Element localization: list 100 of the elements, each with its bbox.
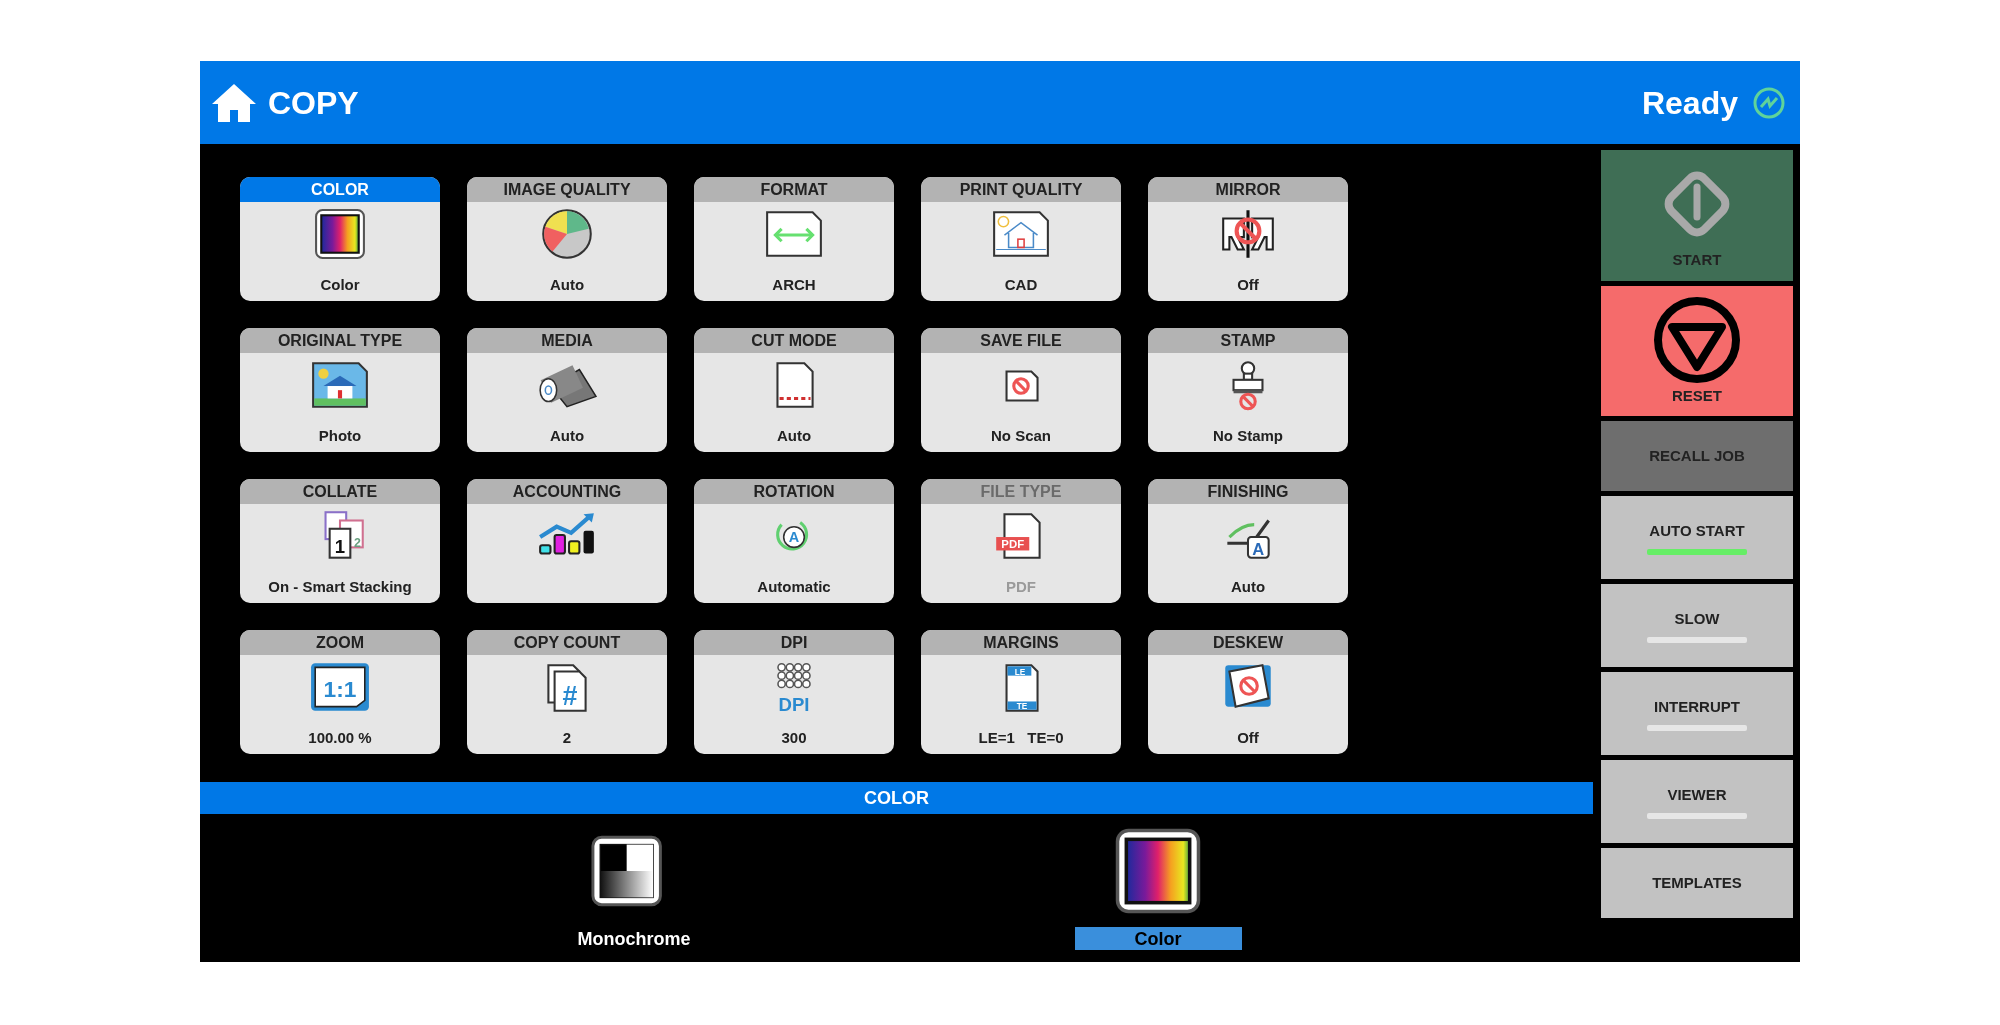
icon-label: #: [562, 680, 578, 711]
tile-title: COLOR: [240, 177, 440, 202]
tile-value: No Scan: [991, 425, 1051, 446]
setting-tile[interactable]: CUT MODE Auto: [694, 328, 894, 452]
tile-value: LE=1 TE=0: [978, 727, 1064, 748]
screen-title: COPY: [268, 83, 359, 123]
margins-page-icon: [1005, 664, 1039, 712]
icon-label: PDF: [1001, 538, 1025, 551]
pie-chart-icon: [542, 209, 592, 259]
templates-button[interactable]: TEMPLATES: [1601, 848, 1793, 918]
setting-tile[interactable]: ACCOUNTING: [467, 479, 667, 603]
tile-value: Auto: [1230, 576, 1266, 597]
tile-title: CUT MODE: [694, 328, 894, 353]
tile-value: Auto: [776, 425, 812, 446]
tile-title: STAMP: [1148, 328, 1348, 353]
collate-icon: [324, 511, 364, 559]
cut-page-icon: [776, 362, 814, 408]
color-mode-option[interactable]: Color: [1074, 927, 1242, 950]
setting-tile[interactable]: MEDIA Auto: [467, 328, 667, 452]
setting-tile[interactable]: ZOOM 1:1 100.00 %: [240, 630, 440, 754]
pages-icon: [547, 664, 587, 712]
rotate-icon: [776, 521, 809, 551]
tile-title: ORIGINAL TYPE: [240, 328, 440, 353]
home-icon[interactable]: [210, 81, 258, 124]
mirror-icon: [1222, 210, 1274, 258]
photo-page-icon: [312, 362, 368, 408]
setting-tile[interactable]: MIRROR Off: [1148, 177, 1348, 301]
no-file-icon: [1005, 370, 1039, 402]
setting-tile[interactable]: STAMP No Stamp: [1148, 328, 1348, 452]
tile-value: Auto: [549, 425, 585, 446]
tile-value: Off: [1237, 274, 1259, 295]
tile-title: SAVE FILE: [921, 328, 1121, 353]
panel-title: COLOR: [200, 782, 1593, 814]
tile-title: ZOOM: [240, 630, 440, 655]
setting-tile[interactable]: DPI DPI 300: [694, 630, 894, 754]
setting-tile[interactable]: ORIGINAL TYPE Photo: [240, 328, 440, 452]
house-page-icon: [993, 211, 1049, 257]
color-mode-option[interactable]: Monochrome: [550, 927, 718, 950]
status-icon: [1752, 85, 1786, 120]
tile-title: FILE TYPE: [921, 479, 1121, 504]
tile-title: ROTATION: [694, 479, 894, 504]
setting-tile[interactable]: SAVE FILE No Scan: [921, 328, 1121, 452]
icon-label: DPI: [778, 693, 810, 713]
spectrum-icon[interactable]: [1115, 828, 1201, 914]
tile-value: 300: [781, 727, 807, 748]
toggle-button[interactable]: SLOW: [1601, 584, 1793, 667]
tile-title: IMAGE QUALITY: [467, 177, 667, 202]
icon-label: A: [788, 529, 800, 546]
tile-value: On - Smart Stacking: [268, 576, 412, 597]
zoom-page-icon: [311, 663, 369, 711]
icon-label: TE: [1016, 701, 1028, 711]
setting-tile[interactable]: IMAGE QUALITY Auto: [467, 177, 667, 301]
paper-roll-icon: [539, 365, 598, 408]
setting-tile[interactable]: FINISHING A Auto: [1148, 479, 1348, 603]
tile-value: PDF: [1006, 576, 1036, 597]
stamp-icon: [1232, 361, 1264, 411]
icon-label: 1: [334, 535, 346, 557]
tile-title: COPY COUNT: [467, 630, 667, 655]
tile-title: MARGINS: [921, 630, 1121, 655]
icon-label: LE: [1014, 667, 1026, 677]
toggle-button[interactable]: AUTO START: [1601, 496, 1793, 579]
icon-label: A: [1252, 539, 1265, 559]
tile-value: ARCH: [772, 274, 816, 295]
toggle-button[interactable]: INTERRUPT: [1601, 672, 1793, 755]
status-text: Ready: [1641, 83, 1738, 123]
tile-value: Automatic: [757, 576, 831, 597]
tile-value: 2: [562, 727, 572, 748]
setting-tile[interactable]: PRINT QUALITY CAD: [921, 177, 1121, 301]
setting-tile[interactable]: ROTATION A Automatic: [694, 479, 894, 603]
tile-value: Auto: [549, 274, 585, 295]
tile-title: FORMAT: [694, 177, 894, 202]
tile-title: PRINT QUALITY: [921, 177, 1121, 202]
setting-tile[interactable]: FORMAT ARCH: [694, 177, 894, 301]
reset-button[interactable]: RESET: [1601, 286, 1793, 416]
tile-value: CAD: [1004, 274, 1038, 295]
setting-tile[interactable]: COLOR Color: [240, 177, 440, 301]
tile-title: DESKEW: [1148, 630, 1348, 655]
tile-title: MIRROR: [1148, 177, 1348, 202]
setting-tile[interactable]: MARGINS LE TE LE=1 TE=0: [921, 630, 1121, 754]
deskew-icon: [1225, 664, 1271, 708]
tile-title: DPI: [694, 630, 894, 655]
setting-tile[interactable]: DESKEW Off: [1148, 630, 1348, 754]
dot-grid-icon: [777, 662, 811, 689]
finishing-icon: [1225, 518, 1271, 559]
icon-label: 1:1: [323, 676, 357, 703]
pdf-file-icon: [996, 513, 1041, 559]
tile-value: No Stamp: [1213, 425, 1283, 446]
tile-value: Color: [320, 274, 360, 295]
tile-title: FINISHING: [1148, 479, 1348, 504]
spectrum-icon: [315, 209, 365, 259]
monochrome-icon[interactable]: [591, 835, 662, 907]
setting-tile[interactable]: COPY COUNT # 2: [467, 630, 667, 754]
tile-title: ACCOUNTING: [467, 479, 667, 504]
tile-value: Photo: [318, 425, 362, 446]
toggle-button[interactable]: VIEWER: [1601, 760, 1793, 843]
tile-title: MEDIA: [467, 328, 667, 353]
tile-value: 100.00 %: [308, 727, 372, 748]
tile-title: COLLATE: [240, 479, 440, 504]
tile-value: Off: [1237, 727, 1259, 748]
bar-chart-icon: [539, 513, 594, 555]
